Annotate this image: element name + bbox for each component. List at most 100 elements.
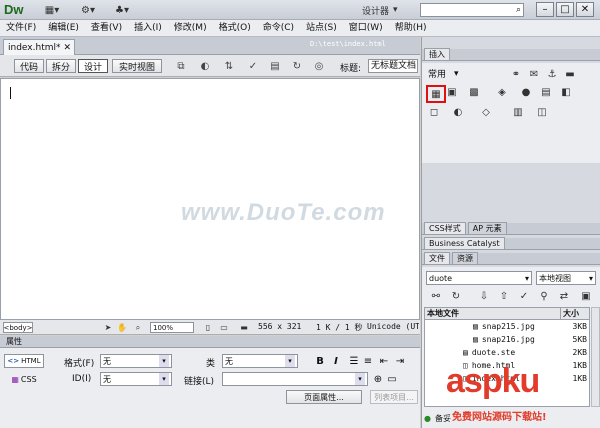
column-local-files[interactable]: 本地文件 bbox=[425, 308, 560, 319]
menu-window[interactable]: 窗口(W) bbox=[343, 20, 389, 37]
options-icon[interactable]: ◎ bbox=[308, 59, 330, 73]
page-properties-button[interactable]: 页面属性... bbox=[286, 390, 362, 404]
div-icon[interactable]: ▣ bbox=[444, 85, 460, 99]
split-view-button[interactable]: 拆分 bbox=[46, 59, 76, 73]
widget-icon[interactable]: ● bbox=[518, 85, 534, 99]
server-include-icon[interactable]: ◧ bbox=[558, 85, 574, 99]
expand-icon[interactable]: ▣ bbox=[578, 289, 594, 303]
zoom-tool-icon[interactable]: ⌕ bbox=[132, 322, 144, 333]
check-out-icon[interactable]: ✓ bbox=[516, 289, 532, 303]
insert-panel: 常用 ▾ ⚭ ✉ ⚓ ▬ ▦ ▣ ▩ ◈ ● ▤ ◧ ◻ ◐ ◇ ▥ ◫ bbox=[422, 63, 600, 163]
css-mode-button[interactable]: ▦ CSS bbox=[4, 372, 44, 386]
get-files-icon[interactable]: ⇩ bbox=[476, 289, 492, 303]
css-styles-tab[interactable]: CSS样式 bbox=[424, 222, 466, 234]
menu-view[interactable]: 查看(V) bbox=[85, 20, 128, 37]
zoom-select[interactable]: 100% bbox=[150, 322, 194, 333]
format-select[interactable]: 无 ▾ bbox=[100, 354, 172, 368]
minimize-button[interactable]: – bbox=[536, 2, 554, 17]
list-item-button[interactable]: 列表项目... bbox=[370, 390, 418, 404]
desktop-size-icon[interactable]: ▬ bbox=[236, 322, 252, 333]
table-icon[interactable]: ▦ bbox=[426, 85, 446, 103]
point-to-file-icon[interactable]: ⊕ bbox=[372, 372, 384, 386]
insert-category-select[interactable]: 常用 ▾ bbox=[428, 67, 459, 81]
close-button[interactable]: ✕ bbox=[576, 2, 594, 17]
document-tab[interactable]: index.html* ✕ bbox=[3, 39, 75, 55]
menu-site[interactable]: 站点(S) bbox=[300, 20, 343, 37]
validate-icon[interactable]: ✓ bbox=[242, 59, 264, 73]
menu-edit[interactable]: 编辑(E) bbox=[42, 20, 85, 37]
list-item[interactable]: ▨ snap216.jpg 5KB bbox=[425, 333, 589, 346]
menu-format[interactable]: 格式(O) bbox=[213, 20, 257, 37]
mobile-size-icon[interactable]: ▯ bbox=[202, 322, 214, 333]
id-value: 无 bbox=[103, 374, 111, 384]
email-link-icon[interactable]: ✉ bbox=[526, 67, 542, 81]
ordered-list-icon[interactable]: ≡ bbox=[362, 354, 374, 368]
file-management-icon[interactable]: ⇅ bbox=[218, 59, 240, 73]
sync-icon[interactable]: ⇄ bbox=[556, 289, 572, 303]
bold-button[interactable]: B bbox=[314, 354, 326, 368]
put-files-icon[interactable]: ⇧ bbox=[496, 289, 512, 303]
comment-icon[interactable]: ◻ bbox=[426, 105, 442, 119]
visual-aids-icon[interactable]: ▤ bbox=[264, 59, 286, 73]
list-item[interactable]: ▤ duote.ste 2KB bbox=[425, 346, 589, 359]
tag-selector[interactable]: <body> bbox=[3, 322, 33, 333]
html-icon: <> bbox=[7, 357, 20, 365]
head-icon[interactable]: ◐ bbox=[450, 105, 466, 119]
properties-header[interactable]: 属性 bbox=[0, 336, 420, 348]
design-view-button[interactable]: 设计 bbox=[78, 59, 108, 73]
tablet-size-icon[interactable]: ▭ bbox=[218, 322, 230, 333]
live-view-button[interactable]: 实时视图 bbox=[112, 59, 162, 73]
outdent-icon[interactable]: ⇤ bbox=[378, 354, 390, 368]
assets-tab[interactable]: 资源 bbox=[452, 252, 478, 264]
multiscreen-icon[interactable]: ⧉ bbox=[170, 59, 192, 73]
code-view-button[interactable]: 代码 bbox=[14, 59, 44, 73]
unordered-list-icon[interactable]: ☰ bbox=[348, 354, 360, 368]
date-icon[interactable]: ▤ bbox=[538, 85, 554, 99]
view-select[interactable]: 本地视图 ▾ bbox=[536, 271, 596, 285]
italic-button[interactable]: I bbox=[330, 354, 342, 368]
workspace-switcher[interactable]: 设计器 ▾ bbox=[362, 3, 412, 17]
layout-switcher-icon[interactable]: ▦▾ bbox=[38, 3, 66, 17]
window-size[interactable]: 556 x 321 bbox=[258, 322, 301, 331]
site-select[interactable]: duote ▾ bbox=[426, 271, 532, 285]
hyperlink-icon[interactable]: ⚭ bbox=[508, 67, 524, 81]
menu-commands[interactable]: 命令(C) bbox=[257, 20, 300, 37]
folder-icon[interactable]: ▭ bbox=[386, 372, 398, 386]
insert-panel-tab[interactable]: 插入 bbox=[424, 48, 450, 60]
menu-insert[interactable]: 插入(I) bbox=[128, 20, 168, 37]
class-select[interactable]: 无 ▾ bbox=[222, 354, 298, 368]
menu-file[interactable]: 文件(F) bbox=[0, 20, 42, 37]
refresh-icon[interactable]: ↻ bbox=[286, 59, 308, 73]
link-input[interactable]: ▾ bbox=[222, 372, 368, 386]
hand-tool-icon[interactable]: ✋ bbox=[116, 322, 128, 333]
files-tab[interactable]: 文件 bbox=[424, 252, 450, 264]
doc-title-input[interactable]: 无标题文档 bbox=[368, 59, 418, 73]
ap-elements-tab[interactable]: AP 元素 bbox=[467, 222, 507, 234]
named-anchor-icon[interactable]: ⚓ bbox=[544, 67, 560, 81]
refresh-icon[interactable]: ↻ bbox=[448, 289, 464, 303]
script-icon[interactable]: ◇ bbox=[478, 105, 494, 119]
connect-icon[interactable]: ⚯ bbox=[428, 289, 444, 303]
templates-icon[interactable]: ▥ bbox=[510, 105, 526, 119]
column-size[interactable]: 大小 bbox=[560, 308, 589, 319]
pointer-tool-icon[interactable]: ➤ bbox=[102, 322, 114, 333]
business-catalyst-tab[interactable]: Business Catalyst bbox=[424, 237, 505, 249]
check-in-icon[interactable]: ⚲ bbox=[536, 289, 552, 303]
media-icon[interactable]: ◈ bbox=[494, 85, 510, 99]
maximize-button[interactable]: □ bbox=[556, 2, 574, 17]
design-canvas[interactable]: www.DuoTe.com bbox=[0, 78, 420, 320]
html-mode-button[interactable]: <> HTML bbox=[4, 354, 44, 368]
site-icon[interactable]: ♣▾ bbox=[108, 3, 136, 17]
browser-preview-icon[interactable]: ◐ bbox=[194, 59, 216, 73]
menu-modify[interactable]: 修改(M) bbox=[168, 20, 213, 37]
horizontal-rule-icon[interactable]: ▬ bbox=[562, 67, 578, 81]
tag-chooser-icon[interactable]: ◫ bbox=[534, 105, 550, 119]
close-icon[interactable]: ✕ bbox=[63, 43, 71, 53]
image-icon[interactable]: ▩ bbox=[466, 85, 482, 99]
id-select[interactable]: 无 ▾ bbox=[100, 372, 172, 386]
search-input[interactable]: ⌕ bbox=[420, 3, 524, 17]
menu-help[interactable]: 帮助(H) bbox=[389, 20, 433, 37]
list-item[interactable]: ▨ snap215.jpg 3KB bbox=[425, 320, 589, 333]
gear-icon[interactable]: ⚙▾ bbox=[74, 3, 102, 17]
indent-icon[interactable]: ⇥ bbox=[394, 354, 406, 368]
